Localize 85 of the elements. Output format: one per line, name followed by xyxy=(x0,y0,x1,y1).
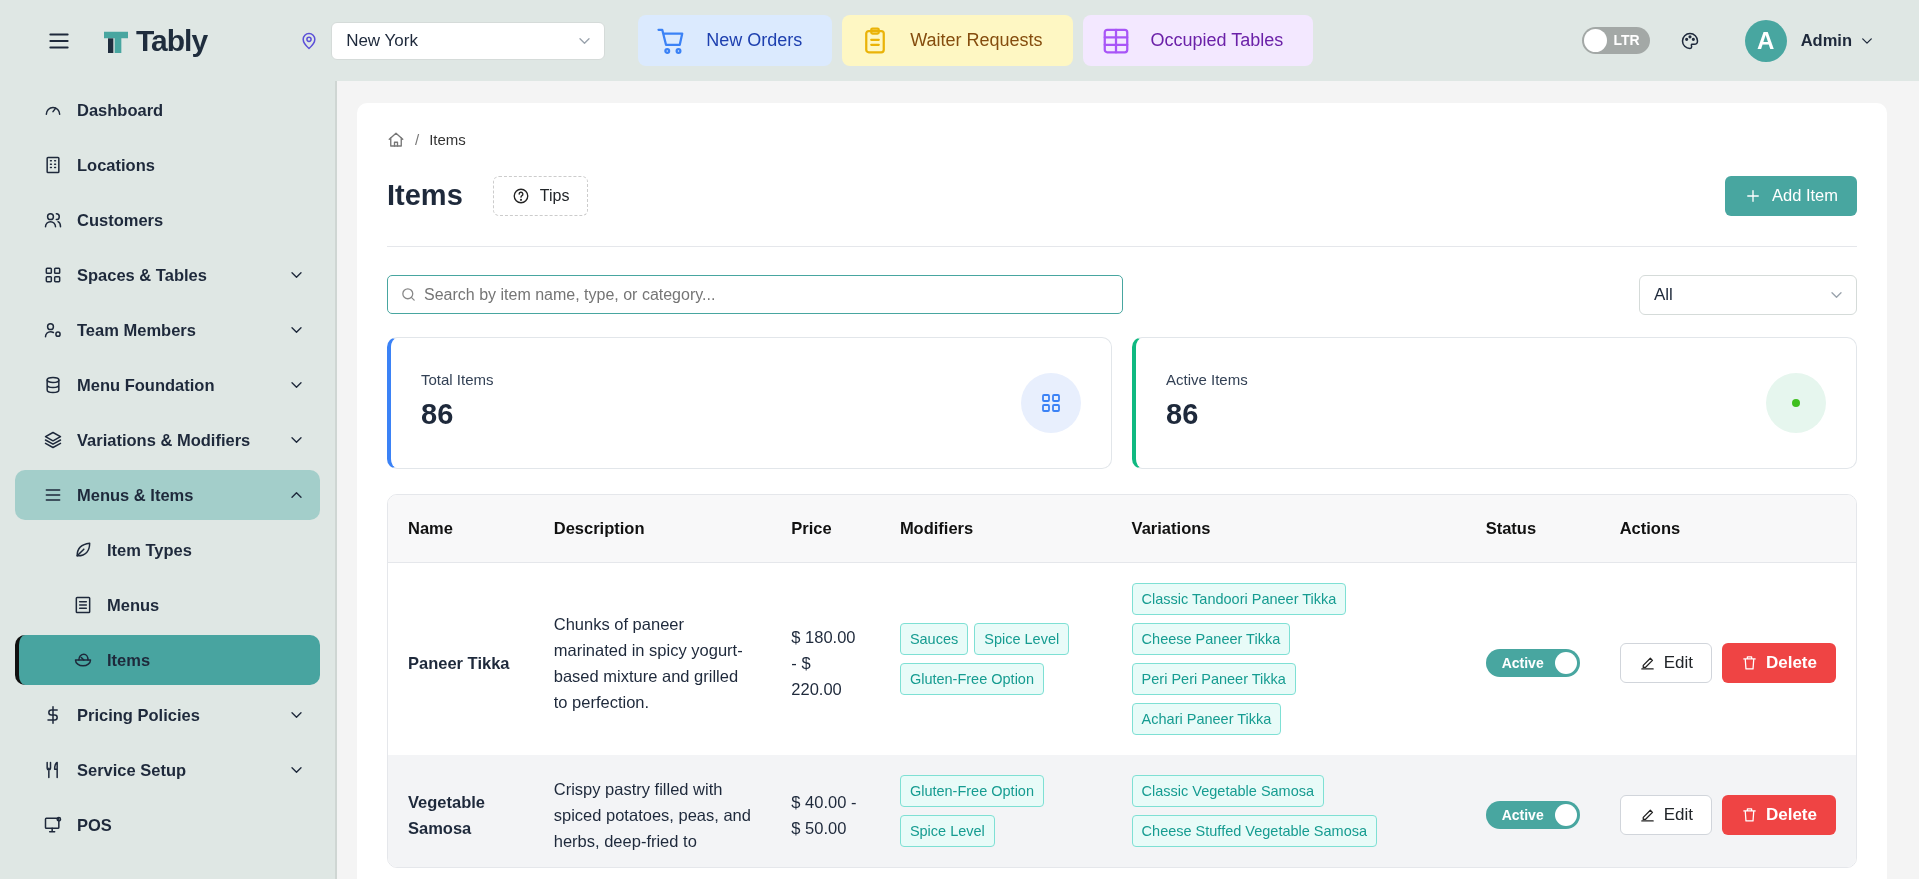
item-price: $ 180.00 - $ 220.00 xyxy=(790,626,857,700)
item-description: Crispy pastry filled with spiced potatoes, peas, and herbs, deep-fried to xyxy=(533,754,772,867)
chevron-down-icon xyxy=(1862,37,1872,44)
variation-tag: Classic Vegetable Samosa xyxy=(1131,774,1325,807)
column-header: Variations xyxy=(1111,494,1466,563)
list-icon xyxy=(73,595,93,615)
variation-tag: Cheese Stuffed Vegetable Samosa xyxy=(1131,814,1378,847)
modifier-tag: Gluten-Free Option xyxy=(899,662,1044,695)
quick-link-button[interactable]: New Orders xyxy=(638,15,833,66)
variation-tag: Achari Paneer Tikka xyxy=(1131,702,1282,735)
trash-icon xyxy=(1740,654,1758,671)
sidebar-item[interactable]: Locations xyxy=(15,140,320,190)
stat-label: Active Items xyxy=(1166,369,1248,390)
modifier-tag: Gluten-Free Option xyxy=(899,774,1044,807)
edit-button[interactable]: Edit xyxy=(1619,794,1712,835)
edit-button[interactable]: Edit xyxy=(1619,642,1712,683)
leaf-icon xyxy=(73,540,93,560)
chevron-down-icon xyxy=(291,767,302,773)
sidebar-item[interactable]: Menus & Items xyxy=(15,470,320,520)
building-icon xyxy=(43,155,63,175)
chevron-up-icon xyxy=(291,492,302,498)
sidebar-subitem[interactable]: Items xyxy=(15,635,320,685)
chevron-down-icon xyxy=(291,382,302,388)
quick-link-button[interactable]: Occupied Tables xyxy=(1082,15,1314,66)
page-title: Items xyxy=(387,178,463,213)
chevron-down-icon xyxy=(291,272,302,278)
grid-icon xyxy=(43,265,63,285)
tips-button[interactable]: Tips xyxy=(492,175,589,216)
sidebar-subitem[interactable]: Menus xyxy=(15,580,320,630)
item-name: Vegetable Samosa xyxy=(388,754,534,867)
bowl-icon xyxy=(73,650,93,670)
column-header: Description xyxy=(533,494,772,563)
modifier-tag: Sauces xyxy=(899,622,969,655)
chevron-down-icon xyxy=(1831,291,1842,298)
breadcrumb-item: Items xyxy=(429,130,466,150)
item-description: Chunks of paneer marinated in spicy yogurt-based mixture and grilled to perfection. xyxy=(552,613,744,713)
search-icon xyxy=(400,286,417,303)
search-field[interactable]: Search by item name, type, or category... xyxy=(387,275,1123,314)
location-select[interactable]: New York xyxy=(331,21,606,60)
database-icon xyxy=(43,375,63,395)
delete-button[interactable]: Delete xyxy=(1721,794,1836,835)
dot-icon xyxy=(1792,398,1800,407)
user-name[interactable]: Admin xyxy=(1800,28,1852,53)
column-header: Name xyxy=(388,494,534,563)
layers-icon xyxy=(43,430,63,450)
sidebar-item[interactable]: Variations & Modifiers xyxy=(15,415,320,465)
column-header: Status xyxy=(1465,494,1600,563)
filter-select[interactable]: All xyxy=(1639,274,1857,315)
sidebar-item[interactable]: POS xyxy=(15,800,320,850)
quick-link-button[interactable]: Waiter Requests xyxy=(842,15,1073,66)
delete-button[interactable]: Delete xyxy=(1721,642,1836,683)
palette-icon xyxy=(1679,31,1700,52)
variation-tag: Peri Peri Paneer Tikka xyxy=(1131,662,1296,695)
user-gear-icon xyxy=(43,320,63,340)
sidebar-subitem[interactable]: Item Types xyxy=(15,525,320,575)
item-price: $ 40.00 - $ 50.00 xyxy=(771,754,880,867)
chevron-down-icon xyxy=(291,712,302,718)
column-header: Actions xyxy=(1599,494,1856,563)
sidebar-item[interactable]: Spaces & Tables xyxy=(15,250,320,300)
item-name: Paneer Tikka xyxy=(407,652,511,674)
chevron-down-icon xyxy=(579,37,591,44)
stat-label: Total Items xyxy=(421,369,494,390)
stat-value: 86 xyxy=(1166,397,1200,432)
sidebar-item[interactable]: Pricing Policies xyxy=(15,690,320,740)
variation-tag: Cheese Paneer Tikka xyxy=(1131,622,1291,655)
chevron-down-icon xyxy=(291,437,302,443)
trash-icon xyxy=(1740,806,1758,823)
sidebar-item[interactable]: Customers xyxy=(15,195,320,245)
modifier-tag: Spice Level xyxy=(974,622,1070,655)
variation-tag: Classic Tandoori Paneer Tikka xyxy=(1131,582,1347,615)
breadcrumb-separator: / xyxy=(415,130,420,150)
chevron-down-icon xyxy=(291,327,302,333)
stat-value: 86 xyxy=(421,397,455,432)
home-icon xyxy=(387,131,405,150)
monitor-icon xyxy=(43,815,63,835)
logo-text: Tably xyxy=(136,23,208,59)
users-icon xyxy=(43,210,63,230)
sidebar-item[interactable]: Menu Foundation xyxy=(15,360,320,410)
modifier-tag: Spice Level xyxy=(899,814,995,847)
help-icon xyxy=(511,186,530,205)
column-header: Price xyxy=(771,494,880,563)
sidebar-item[interactable]: Team Members xyxy=(15,305,320,355)
column-header: Modifiers xyxy=(879,494,1112,563)
sidebar-item[interactable]: Dashboard xyxy=(15,85,320,135)
sidebar-item[interactable]: Service Setup xyxy=(15,745,320,795)
